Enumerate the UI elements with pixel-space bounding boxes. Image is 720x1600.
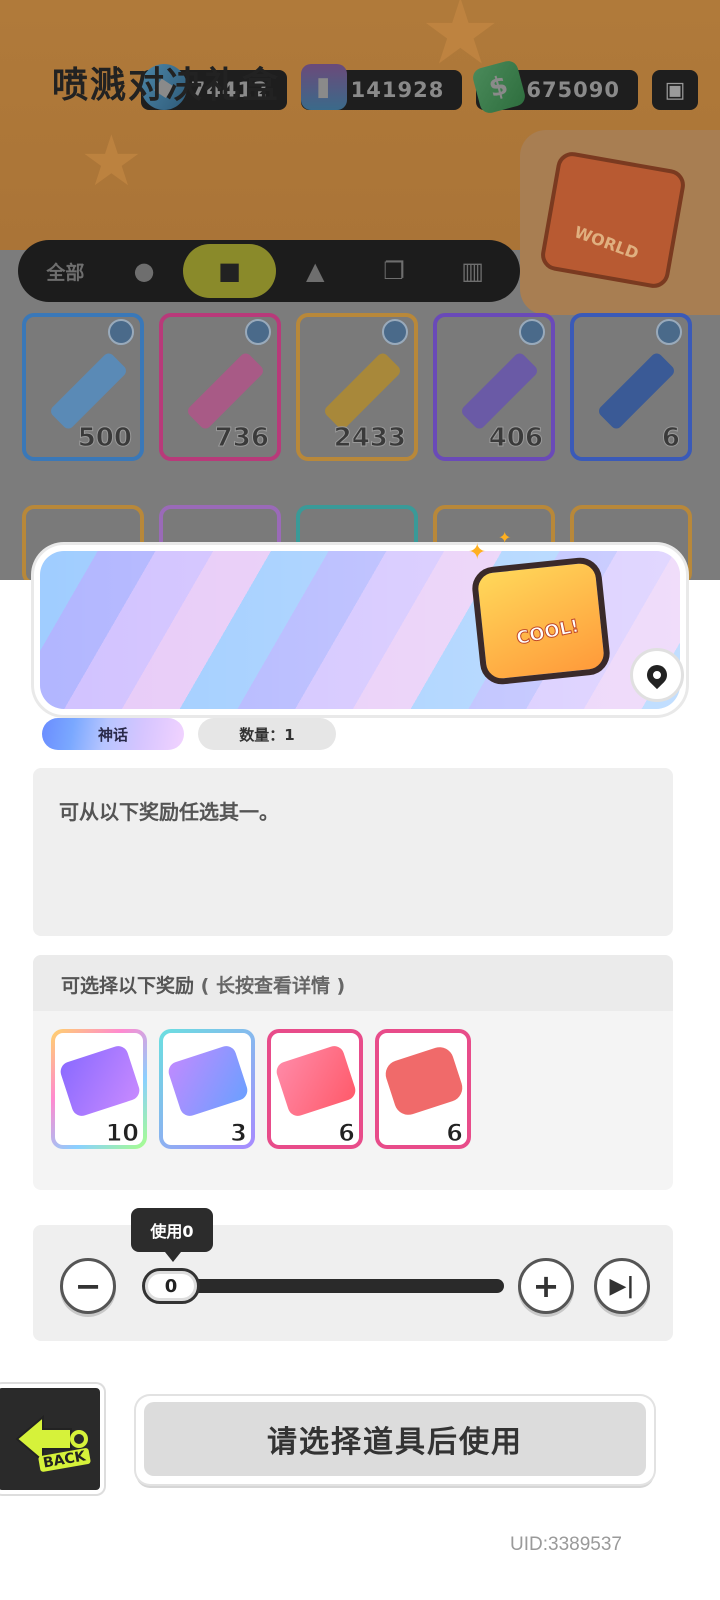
inventory-item[interactable]: 6 xyxy=(570,313,692,461)
item-description: 可从以下奖励任选其一。 xyxy=(33,768,673,936)
reward-option[interactable]: 3 xyxy=(159,1029,255,1149)
reward-option[interactable]: 6 xyxy=(375,1029,471,1149)
increase-button[interactable]: + xyxy=(518,1258,574,1314)
quantity-slider-thumb[interactable]: 0 xyxy=(142,1268,200,1304)
go-cube-icon xyxy=(382,1043,466,1119)
cash-counter[interactable]: $ 675090 xyxy=(471,58,638,116)
badge-icon xyxy=(382,319,408,345)
inventory-grid: 500 736 2433 406 6 xyxy=(22,313,692,461)
slider-tooltip: 使用0 xyxy=(131,1208,213,1262)
quantity-slider-track[interactable] xyxy=(150,1279,504,1293)
gift-box-body xyxy=(470,555,612,687)
inventory-item[interactable]: 736 xyxy=(159,313,281,461)
tooltip-text: 使用0 xyxy=(150,1222,194,1241)
star-decoration-icon: ★ xyxy=(80,120,143,202)
badge-icon xyxy=(245,319,271,345)
spray-gun-icon: ▲ xyxy=(306,257,325,285)
tab-cards[interactable]: ❐ xyxy=(355,244,434,298)
quantity-badge: 数量：1 xyxy=(198,718,336,750)
inventory-item[interactable]: 2433 xyxy=(296,313,418,461)
tab-items[interactable]: ■ xyxy=(183,244,276,298)
crayon-icon xyxy=(596,351,677,431)
world-box-icon xyxy=(538,149,688,291)
box-icon: ■ xyxy=(218,257,241,285)
promo-banner[interactable] xyxy=(520,130,720,315)
sparkle-icon: ✦ xyxy=(498,528,512,547)
spray-counter[interactable]: ▮ 141928 xyxy=(300,64,463,110)
reward-selection-box: 可选择以下奖励 ( 长按查看详情 ) 10 3 6 6 xyxy=(33,955,673,1190)
user-id: UID:3389537 xyxy=(510,1534,622,1555)
rarity-badge: 神话 xyxy=(42,718,184,750)
spray-amount: 141928 xyxy=(350,78,445,102)
spray-can-icon: ▮ xyxy=(300,64,347,110)
reward-option[interactable]: 10 xyxy=(51,1029,147,1149)
crayon-icon xyxy=(185,351,266,431)
slider-value: 0 xyxy=(164,1275,178,1297)
plus-icon: + xyxy=(532,1267,560,1305)
cards-icon: ❐ xyxy=(383,257,405,285)
tab-spray[interactable]: ▲ xyxy=(276,244,355,298)
gift-shop-button[interactable]: ▣ xyxy=(652,70,698,110)
reward-list: 10 3 6 6 xyxy=(51,1029,471,1149)
crayon-icon xyxy=(459,351,540,431)
item-title: 喷溅对决礼盒 xyxy=(52,65,281,106)
badge-icon xyxy=(108,319,134,345)
book-icon: ▥ xyxy=(461,257,484,285)
ticket-icon xyxy=(166,1043,250,1119)
cash-amount: 675090 xyxy=(526,78,620,102)
gift-box-image: ✦ ✦ COOL! xyxy=(468,528,616,690)
ticket-icon xyxy=(274,1043,358,1119)
tab-all[interactable]: 全部 xyxy=(26,244,105,298)
crayon-icon xyxy=(322,351,403,431)
reward-hint: ( 长按查看详情 ) xyxy=(200,975,346,997)
sparkle-icon: ✦ xyxy=(468,540,487,565)
location-pin-icon xyxy=(642,660,672,690)
person-icon: ● xyxy=(133,257,155,285)
decrease-button[interactable]: − xyxy=(60,1258,116,1314)
tab-character[interactable]: ● xyxy=(105,244,184,298)
category-tabs: 全部 ● ■ ▲ ❐ ▥ xyxy=(18,240,520,302)
description-text: 可从以下奖励任选其一。 xyxy=(59,800,279,824)
max-button[interactable]: ▶| xyxy=(594,1258,650,1314)
use-item-button[interactable]: 请选择道具后使用 xyxy=(136,1396,654,1484)
crayon-icon xyxy=(48,351,129,431)
badge-icon xyxy=(656,319,682,345)
reward-header-text: 可选择以下奖励 xyxy=(61,975,195,997)
inventory-item[interactable]: 406 xyxy=(433,313,555,461)
use-item-label: 请选择道具后使用 xyxy=(144,1402,646,1476)
minus-icon: − xyxy=(74,1267,102,1305)
inventory-item[interactable]: 500 xyxy=(22,313,144,461)
ticket-icon xyxy=(58,1043,142,1119)
reward-header: 可选择以下奖励 ( 长按查看详情 ) xyxy=(33,955,673,1011)
badge-icon xyxy=(519,319,545,345)
skip-to-max-icon: ▶| xyxy=(609,1273,635,1299)
locate-item-button[interactable] xyxy=(630,648,684,702)
tab-book[interactable]: ▥ xyxy=(433,244,512,298)
back-button[interactable]: BACK xyxy=(0,1384,104,1494)
reward-option[interactable]: 6 xyxy=(267,1029,363,1149)
gift-icon: ▣ xyxy=(664,77,686,103)
